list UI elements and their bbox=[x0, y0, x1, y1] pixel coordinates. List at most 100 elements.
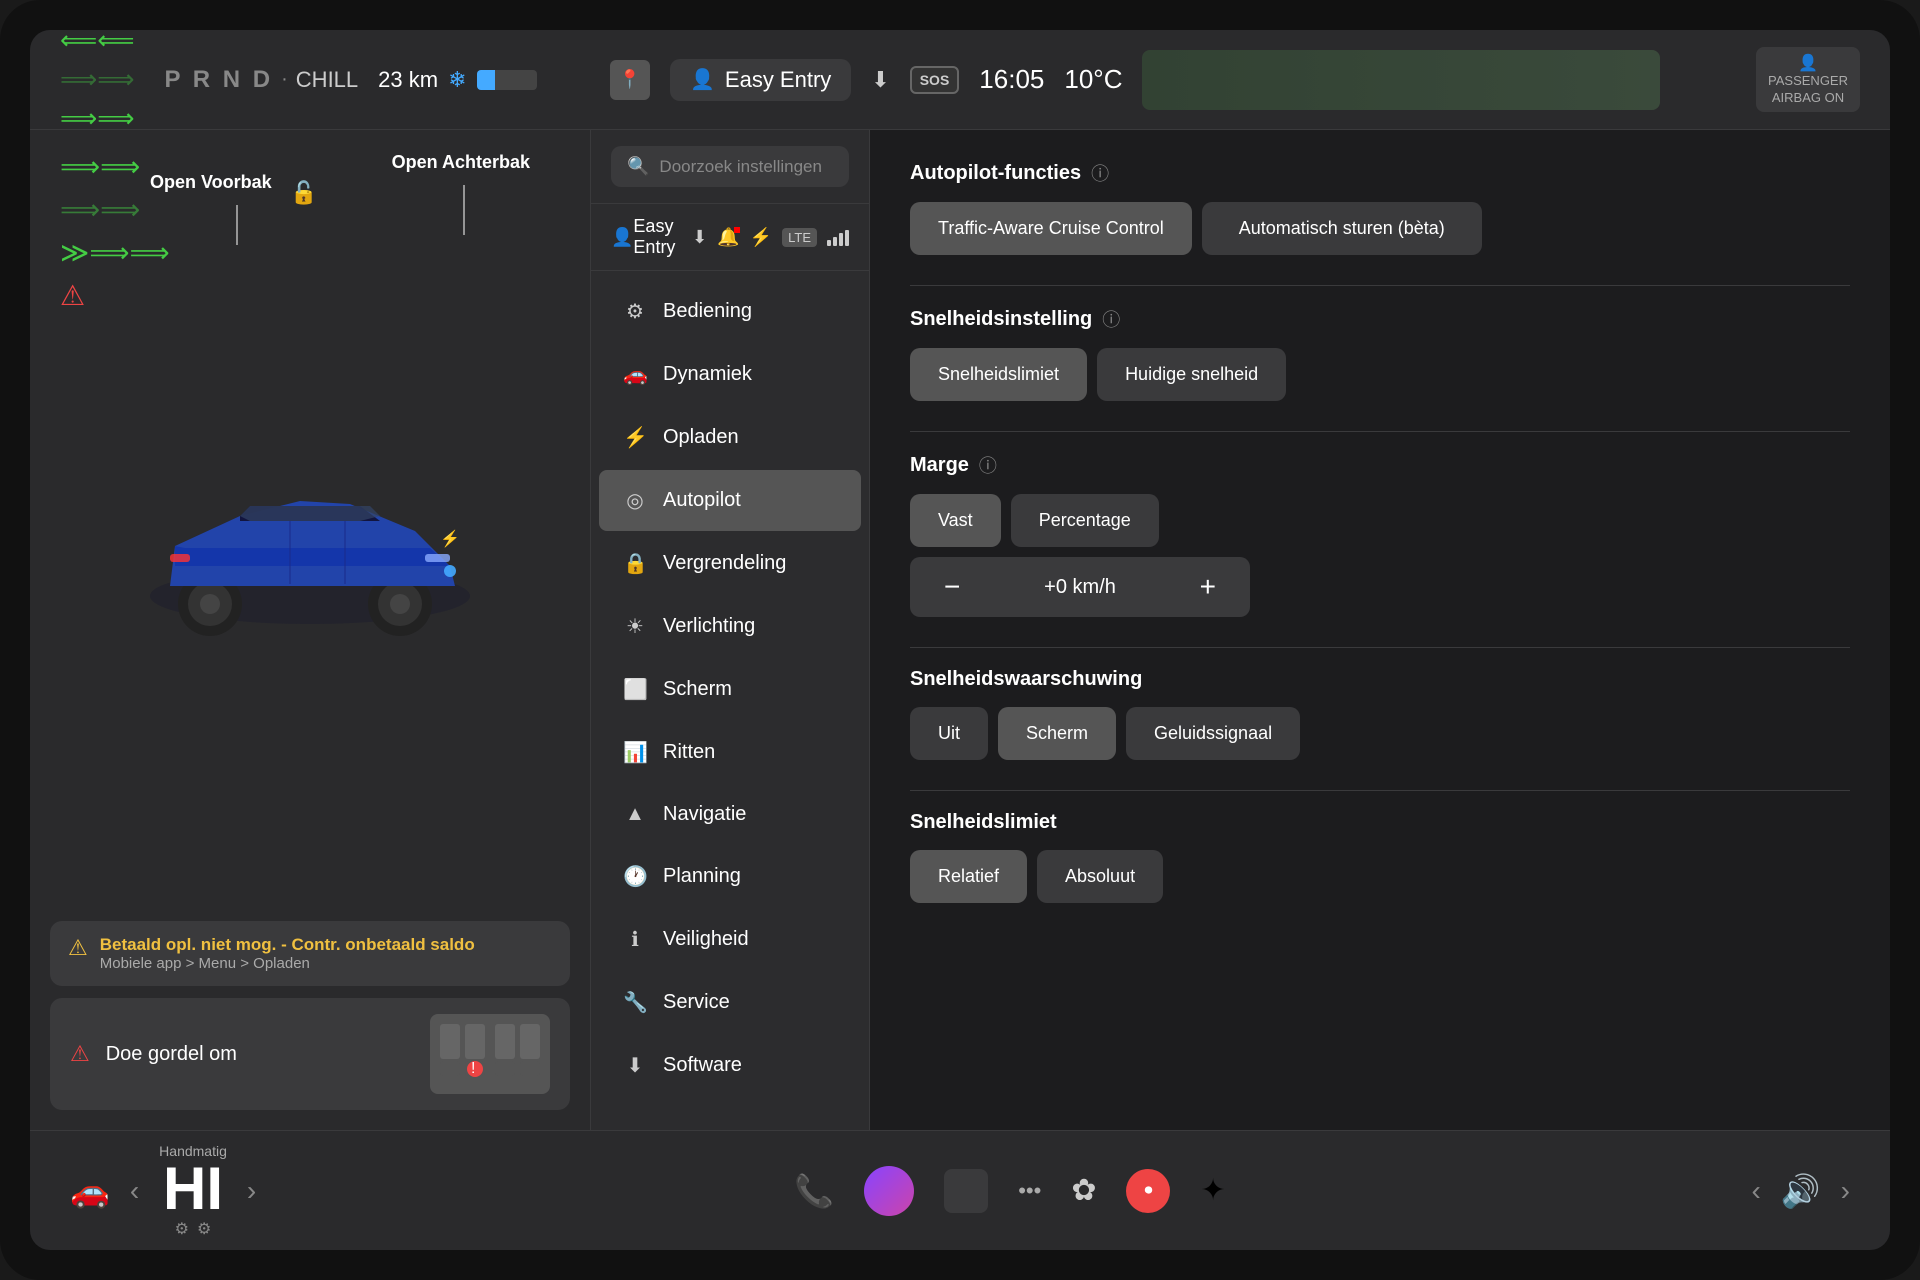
autopilot-icon: ◎ bbox=[623, 488, 647, 513]
gear-sub-icons: ⚙ ⚙ bbox=[159, 1219, 227, 1239]
bediening-label: Bediening bbox=[663, 300, 752, 323]
drive-mode: CHILL bbox=[296, 67, 358, 93]
snelheidslimiet-btn[interactable]: Snelheidslimiet bbox=[910, 348, 1087, 401]
veiligheid-icon: ℹ bbox=[623, 927, 647, 952]
download-icon-top[interactable]: ⬇ bbox=[871, 67, 889, 93]
more-apps-icon[interactable]: ••• bbox=[1018, 1178, 1041, 1204]
easy-entry-button[interactable]: 👤 Easy Entry bbox=[670, 59, 851, 101]
alert-content: Betaald opl. niet mog. - Contr. onbetaal… bbox=[100, 935, 475, 972]
autopilot-functies-info-icon[interactable]: ⓘ bbox=[1091, 160, 1109, 186]
sidebar-item-service[interactable]: 🔧 Service bbox=[599, 972, 861, 1033]
sidebar-item-planning[interactable]: 🕐 Planning bbox=[599, 846, 861, 907]
signal-bars bbox=[827, 228, 849, 246]
bottom-nav-prev[interactable]: ‹ bbox=[130, 1175, 139, 1207]
fan-icon[interactable]: ✿ bbox=[1071, 1173, 1096, 1208]
bottom-right-next[interactable]: › bbox=[1841, 1175, 1850, 1207]
voorbak-lock-icon[interactable]: 🔓 bbox=[290, 180, 317, 206]
bottom-nav-next[interactable]: › bbox=[247, 1175, 256, 1207]
traffic-aware-btn[interactable]: Traffic-Aware Cruise Control bbox=[910, 202, 1192, 255]
veiligheid-label: Veiligheid bbox=[663, 928, 749, 951]
marge-info-icon[interactable]: ⓘ bbox=[979, 452, 997, 478]
callout-line-1 bbox=[236, 205, 238, 245]
alert-triangle-icon: ⚠ bbox=[68, 935, 88, 961]
time-display: 16:05 bbox=[979, 64, 1044, 95]
record-btn[interactable]: ⏺ bbox=[1126, 1169, 1170, 1213]
sidebar-item-opladen[interactable]: ⚡ Opladen bbox=[599, 407, 861, 468]
snowflake-icon: ❄ bbox=[448, 67, 466, 93]
sidebar-item-bediening[interactable]: ⚙ Bediening bbox=[599, 281, 861, 342]
marge-title: Marge bbox=[910, 454, 969, 477]
volume-icon[interactable]: 🔊 bbox=[1781, 1172, 1821, 1210]
snelheidslimiet-section: Snelheidslimiet Relatief Absoluut bbox=[910, 811, 1850, 903]
sidebar-item-verlichting[interactable]: ☀ Verlichting bbox=[599, 596, 861, 657]
bottom-right-prev[interactable]: ‹ bbox=[1751, 1175, 1760, 1207]
easy-entry-top-label: Easy Entry bbox=[725, 67, 831, 93]
speed-minus-btn[interactable]: − bbox=[934, 571, 970, 603]
scherm-label: Scherm bbox=[663, 678, 732, 701]
sidebar-item-veiligheid[interactable]: ℹ Veiligheid bbox=[599, 909, 861, 970]
sidebar-item-software[interactable]: ⬇ Software bbox=[599, 1035, 861, 1096]
lte-badge: LTE bbox=[782, 228, 817, 247]
navigatie-label: Navigatie bbox=[663, 803, 746, 826]
square-app-btn[interactable] bbox=[944, 1169, 988, 1213]
sidebar-item-dynamiek[interactable]: 🚗 Dynamiek bbox=[599, 344, 861, 405]
relatief-btn[interactable]: Relatief bbox=[910, 850, 1027, 903]
search-input[interactable]: Doorzoek instellingen bbox=[659, 157, 822, 177]
bell-icon: 🔔 bbox=[717, 227, 739, 248]
uit-btn[interactable]: Uit bbox=[910, 707, 988, 760]
profile-bar: 👤 Easy Entry ⬇ 🔔 ⚡ LTE bbox=[591, 204, 869, 271]
percentage-btn[interactable]: Percentage bbox=[1011, 494, 1159, 547]
sidebar-item-autopilot[interactable]: ◎ Autopilot bbox=[599, 470, 861, 531]
phone-call-icon[interactable]: 📞 bbox=[794, 1172, 834, 1210]
autopilot-label: Autopilot bbox=[663, 489, 741, 512]
sidebar-item-scherm[interactable]: ⬜ Scherm bbox=[599, 659, 861, 720]
marge-section: Marge ⓘ Vast Percentage − +0 km/h + bbox=[910, 452, 1850, 617]
autopilot-functies-header: Autopilot-functies ⓘ bbox=[910, 160, 1850, 186]
verlichting-label: Verlichting bbox=[663, 615, 755, 638]
vast-btn[interactable]: Vast bbox=[910, 494, 1001, 547]
geluidssignaal-btn[interactable]: Geluidssignaal bbox=[1126, 707, 1300, 760]
autopilot-functies-section: Autopilot-functies ⓘ Traffic-Aware Cruis… bbox=[910, 160, 1850, 255]
temp-display: 10°C bbox=[1064, 64, 1122, 95]
verlichting-icon: ☀ bbox=[623, 614, 647, 639]
car-home-icon[interactable]: 🚗 bbox=[70, 1172, 110, 1210]
bediening-icon: ⚙ bbox=[623, 299, 647, 324]
media-player-icon[interactable] bbox=[864, 1166, 914, 1216]
snelheidslimiet-buttons: Relatief Absoluut bbox=[910, 850, 1850, 903]
automatisch-sturen-btn[interactable]: Automatisch sturen (bèta) bbox=[1202, 202, 1482, 255]
right-panel: Autopilot-functies ⓘ Traffic-Aware Cruis… bbox=[870, 130, 1890, 1130]
sos-badge[interactable]: SOS bbox=[910, 66, 960, 94]
search-input-wrapper[interactable]: 🔍 Doorzoek instellingen bbox=[611, 146, 849, 187]
snelheidsinstelling-info-icon[interactable]: ⓘ bbox=[1102, 306, 1120, 332]
sidebar-item-vergrendeling[interactable]: 🔒 Vergrendeling bbox=[599, 533, 861, 594]
vergrendeling-icon: 🔒 bbox=[623, 551, 647, 576]
divider-3 bbox=[910, 647, 1850, 648]
seatbelt-text: Doe gordel om bbox=[106, 1043, 414, 1066]
sidebar-item-navigatie[interactable]: ▲ Navigatie bbox=[599, 785, 861, 844]
speed-control: − +0 km/h + bbox=[910, 557, 1250, 617]
bottom-right: ‹ 🔊 › bbox=[1550, 1172, 1850, 1210]
scherm-icon: ⬜ bbox=[623, 677, 647, 702]
snelheidslimiet-header: Snelheidslimiet bbox=[910, 811, 1850, 834]
seat-diagram-svg: ! bbox=[430, 1014, 550, 1094]
speed-plus-btn[interactable]: + bbox=[1190, 571, 1226, 603]
open-achterbak-label: Open Achterbak bbox=[392, 150, 530, 175]
bottom-center: 📞 ••• ✿ ⏺ ✦ bbox=[794, 1166, 1225, 1216]
marge-header: Marge ⓘ bbox=[910, 452, 1850, 478]
divider-4 bbox=[910, 790, 1850, 791]
center-panel: 🔍 Doorzoek instellingen 👤 Easy Entry ⬇ 🔔… bbox=[590, 130, 870, 1130]
map-preview bbox=[1142, 50, 1660, 110]
scherm-btn[interactable]: Scherm bbox=[998, 707, 1116, 760]
ritten-icon: 📊 bbox=[623, 740, 647, 765]
huidige-snelheid-btn[interactable]: Huidige snelheid bbox=[1097, 348, 1286, 401]
opladen-label: Opladen bbox=[663, 426, 739, 449]
autopilot-functies-title: Autopilot-functies bbox=[910, 162, 1081, 185]
open-voorbak-label: Open Voorbak bbox=[150, 170, 272, 195]
map-icon[interactable]: 📍 bbox=[610, 60, 650, 100]
sidebar-item-ritten[interactable]: 📊 Ritten bbox=[599, 722, 861, 783]
divider-2 bbox=[910, 431, 1850, 432]
battery-fill bbox=[477, 70, 495, 90]
apps-grid-icon[interactable]: ✦ bbox=[1200, 1173, 1225, 1208]
battery-bar bbox=[477, 70, 537, 90]
absoluut-btn[interactable]: Absoluut bbox=[1037, 850, 1163, 903]
